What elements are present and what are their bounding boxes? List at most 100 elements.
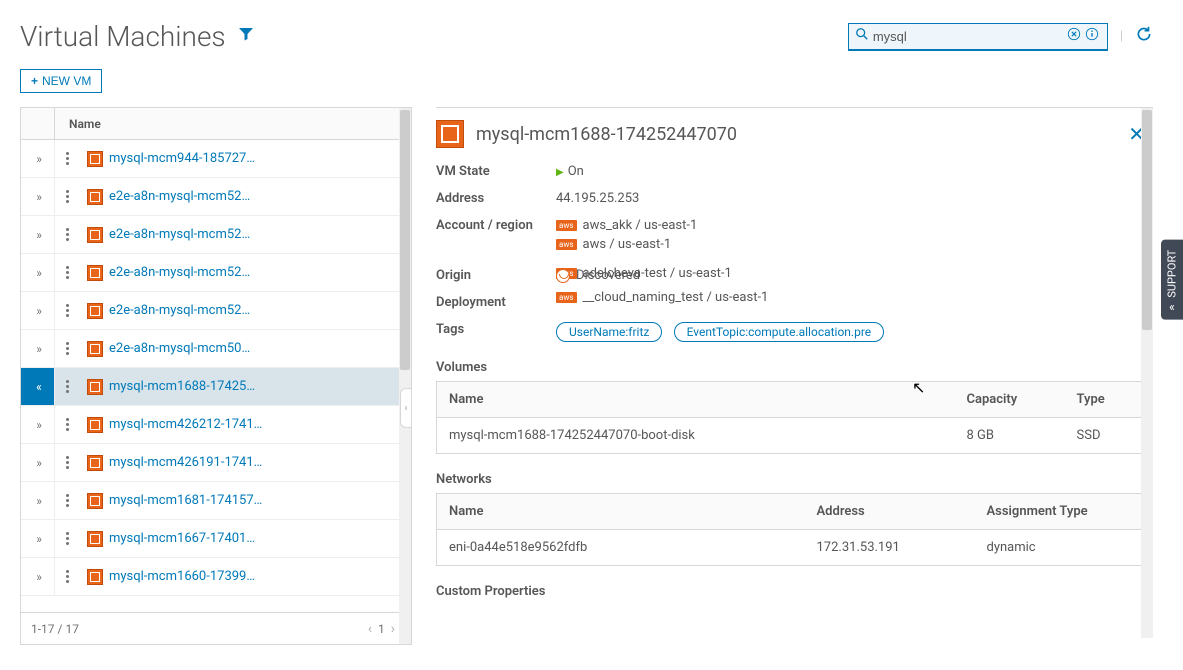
kebab-icon[interactable] — [55, 266, 79, 279]
vm-list-panel: Name » mysql-mcm944-185727… » e2e-a8n-mysql… — [20, 107, 412, 645]
vm-name-link[interactable]: e2e-a8n-mysql-mcm52… — [109, 303, 250, 318]
expand-icon[interactable]: » — [21, 482, 55, 519]
vm-name-link[interactable]: e2e-a8n-mysql-mcm52… — [109, 189, 250, 204]
kebab-icon[interactable] — [55, 494, 79, 507]
vm-name-link[interactable]: mysql-mcm1667-17401… — [109, 531, 255, 546]
section-networks: Networks — [436, 472, 1145, 487]
list-item[interactable]: » mysql-mcm944-185727… — [21, 140, 411, 178]
vm-name-link[interactable]: mysql-mcm1681-174157… — [109, 493, 262, 508]
cloud-icon — [556, 269, 570, 283]
list-item[interactable]: » e2e-a8n-mysql-mcm52… — [21, 216, 411, 254]
col-name[interactable]: Name — [437, 382, 955, 418]
col-address[interactable]: Address — [805, 494, 975, 530]
tag-pill[interactable]: UserName:fritz — [556, 322, 662, 342]
list-item[interactable]: » mysql-mcm1667-17401… — [21, 520, 411, 558]
list-item[interactable]: » e2e-a8n-mysql-mcm52… — [21, 178, 411, 216]
expand-icon[interactable]: » — [21, 140, 55, 177]
aws-icon: aws — [556, 292, 577, 303]
expand-icon[interactable]: » — [21, 558, 55, 595]
col-capacity[interactable]: Capacity — [955, 382, 1065, 418]
support-tab[interactable]: SUPPORT — [1161, 240, 1183, 320]
clear-search-icon[interactable] — [1067, 27, 1081, 45]
vm-icon — [87, 151, 103, 167]
list-item[interactable]: » mysql-mcm426212-1741… — [21, 406, 411, 444]
expand-icon[interactable]: » — [21, 292, 55, 329]
vm-name-link[interactable]: e2e-a8n-mysql-mcm52… — [109, 265, 250, 280]
list-item[interactable]: » mysql-mcm1681-174157… — [21, 482, 411, 520]
new-vm-button[interactable]: NEW VM — [20, 69, 102, 93]
expand-icon[interactable]: » — [21, 216, 55, 253]
search-icon — [855, 27, 869, 45]
prev-page-icon[interactable]: ‹ — [362, 621, 378, 637]
kebab-icon[interactable] — [55, 532, 79, 545]
vm-icon — [87, 569, 103, 585]
kebab-icon[interactable] — [55, 152, 79, 165]
vm-icon — [87, 227, 103, 243]
expand-icon[interactable]: » — [21, 178, 55, 215]
vm-name-link[interactable]: mysql-mcm426212-1741… — [109, 417, 262, 432]
col-assign[interactable]: Assignment Type — [975, 494, 1145, 530]
row-count: 1-17 / 17 — [31, 622, 79, 636]
vm-icon — [87, 455, 103, 471]
expand-icon[interactable]: « — [21, 368, 55, 405]
value-tags: UserName:fritz EventTopic:compute.alloca… — [556, 322, 1145, 342]
detail-title: mysql-mcm1688-174252447070 — [476, 124, 1128, 145]
value-vm-state: On — [556, 164, 1145, 179]
label-deployment: Deployment — [436, 295, 556, 310]
vm-icon — [87, 379, 103, 395]
page-number: 1 — [378, 622, 385, 636]
table-row[interactable]: mysql-mcm1688-174252447070-boot-disk 8 G… — [437, 418, 1145, 454]
page-title: Virtual Machines — [20, 20, 226, 53]
expand-icon[interactable]: » — [21, 254, 55, 291]
list-item[interactable]: « mysql-mcm1688-17425… — [21, 368, 411, 406]
list-item[interactable]: » mysql-mcm1660-17399… — [21, 558, 411, 596]
kebab-icon[interactable] — [55, 570, 79, 583]
label-address: Address — [436, 191, 556, 206]
col-name[interactable]: Name — [437, 494, 805, 530]
vm-name-link[interactable]: mysql-mcm944-185727… — [109, 151, 255, 166]
networks-table: Name Address Assignment Type eni-0a44e51… — [436, 493, 1145, 566]
filter-icon[interactable] — [238, 26, 254, 47]
kebab-icon[interactable] — [55, 456, 79, 469]
kebab-icon[interactable] — [55, 228, 79, 241]
label-vm-state: VM State — [436, 164, 556, 179]
vm-name-link[interactable]: mysql-mcm426191-1741… — [109, 455, 262, 470]
vm-name-link[interactable]: e2e-a8n-mysql-mcm52… — [109, 227, 250, 242]
col-type[interactable]: Type — [1065, 382, 1145, 418]
label-tags: Tags — [436, 322, 556, 342]
kebab-icon[interactable] — [55, 304, 79, 317]
kebab-icon[interactable] — [55, 418, 79, 431]
list-item[interactable]: » e2e-a8n-mysql-mcm52… — [21, 254, 411, 292]
label-account: Account / region — [436, 218, 556, 256]
kebab-icon[interactable] — [55, 342, 79, 355]
expand-icon[interactable]: » — [21, 330, 55, 367]
expand-icon[interactable]: » — [21, 444, 55, 481]
list-item[interactable]: » mysql-mcm426191-1741… — [21, 444, 411, 482]
kebab-icon[interactable] — [55, 380, 79, 393]
label-origin: Origin — [436, 268, 556, 283]
expand-icon[interactable]: » — [21, 520, 55, 557]
section-volumes: Volumes — [436, 360, 1145, 375]
vm-icon — [87, 531, 103, 547]
aws-icon: aws — [556, 220, 577, 231]
kebab-icon[interactable] — [55, 190, 79, 203]
table-row[interactable]: eni-0a44e518e9562fdfb 172.31.53.191 dyna… — [437, 530, 1145, 566]
search-box[interactable] — [848, 23, 1108, 51]
refresh-icon[interactable] — [1135, 25, 1153, 48]
vm-icon — [87, 417, 103, 433]
list-item[interactable]: » e2e-a8n-mysql-mcm50… — [21, 330, 411, 368]
vm-name-link[interactable]: e2e-a8n-mysql-mcm50… — [109, 341, 250, 356]
info-icon[interactable] — [1085, 27, 1099, 45]
list-item[interactable]: » e2e-a8n-mysql-mcm52… — [21, 292, 411, 330]
vm-name-link[interactable]: mysql-mcm1688-17425… — [109, 379, 255, 394]
volumes-table: Name Capacity Type mysql-mcm1688-1742524… — [436, 381, 1145, 454]
value-account: awsaws_akk / us-east-1 awsaws / us-east-… — [556, 218, 1145, 256]
vm-name-link[interactable]: mysql-mcm1660-17399… — [109, 569, 255, 584]
column-header-name[interactable]: Name — [55, 117, 101, 131]
detail-panel: mysql-mcm1688-174252447070 ✕ VM State On… — [436, 107, 1153, 645]
vm-icon — [436, 120, 464, 148]
expand-icon[interactable]: » — [21, 406, 55, 443]
search-input[interactable] — [873, 29, 1065, 44]
collapse-handle-icon[interactable]: ‹ — [400, 388, 412, 428]
tag-pill[interactable]: EventTopic:compute.allocation.pre — [674, 322, 885, 342]
